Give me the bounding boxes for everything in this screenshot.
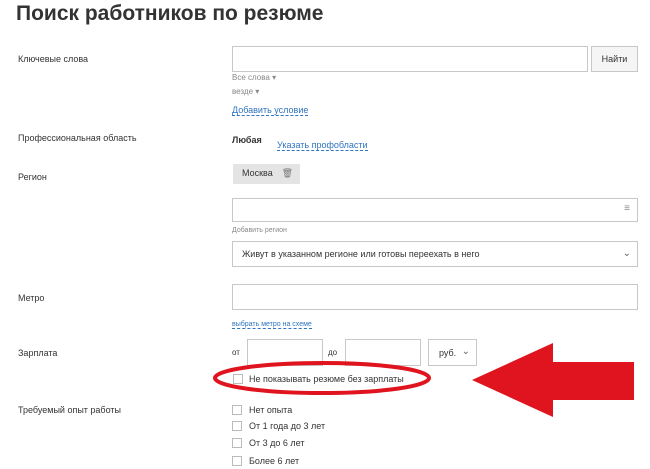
highlight-ellipse: [213, 361, 431, 395]
red-arrow-icon: [472, 343, 634, 417]
annotation-overlay: [213, 343, 634, 417]
